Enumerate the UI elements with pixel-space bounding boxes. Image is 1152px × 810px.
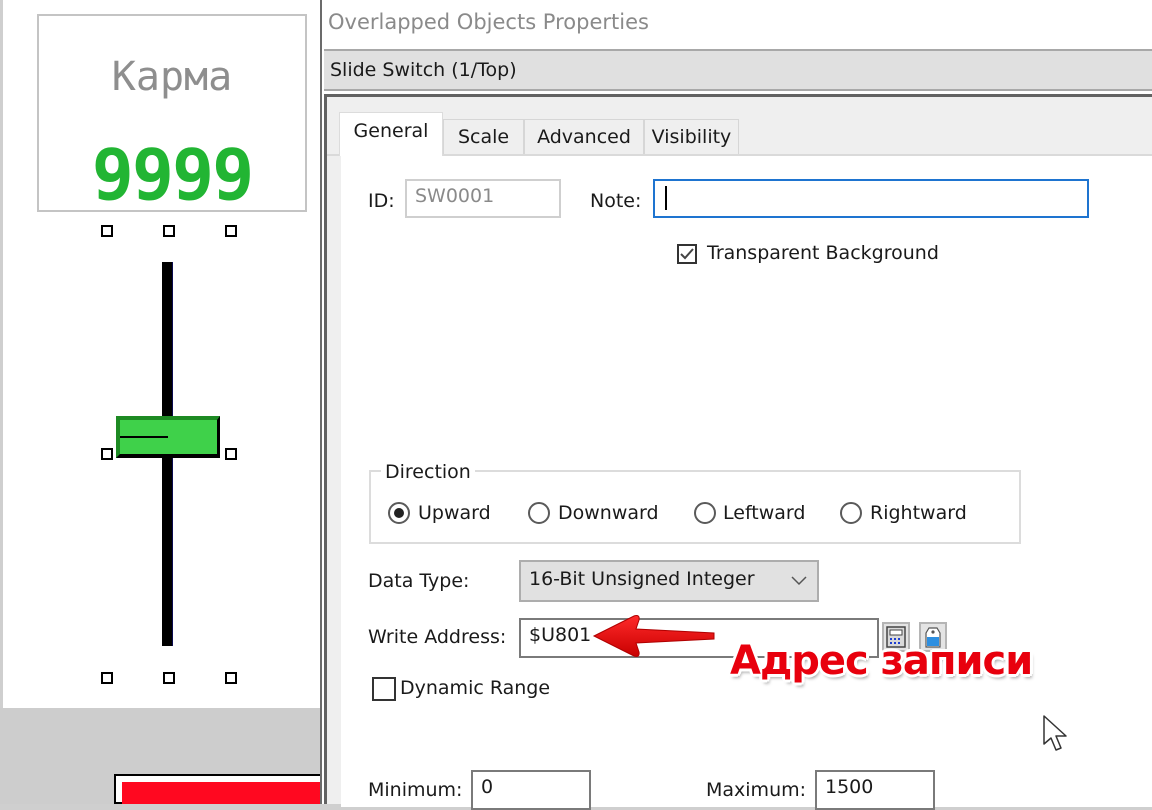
id-field: SW0001 — [405, 179, 561, 218]
data-type-select[interactable]: 16-Bit Unsigned Integer — [519, 560, 819, 602]
write-address-value: $U801 — [529, 624, 592, 646]
mouse-cursor-icon — [1043, 715, 1067, 751]
radio-rightward[interactable] — [840, 502, 862, 524]
dynamic-range-checkbox[interactable] — [372, 677, 396, 701]
properties-panel: General Scale Advanced Visibility ID: SW… — [324, 94, 1152, 810]
red-object-fill — [122, 782, 320, 804]
note-label: Note: — [590, 190, 642, 212]
tab-visibility[interactable]: Visibility — [644, 119, 739, 154]
annotation-arrow-icon — [592, 615, 715, 657]
radio-upward[interactable] — [388, 502, 410, 524]
tab-advanced[interactable]: Advanced — [524, 119, 644, 154]
minimum-input[interactable]: 0 — [471, 770, 591, 810]
radio-leftward-label[interactable]: Leftward — [723, 502, 805, 524]
karma-label: Карма — [111, 54, 233, 100]
minimum-label: Minimum: — [368, 779, 463, 801]
chevron-down-icon — [791, 576, 807, 586]
dynamic-range-label: Dynamic Range — [400, 677, 551, 699]
check-icon — [680, 248, 694, 260]
slide-switch-knob-mark — [120, 436, 168, 438]
radio-leftward[interactable] — [694, 502, 716, 524]
text-caret — [665, 186, 667, 210]
tab-scale[interactable]: Scale — [443, 119, 524, 154]
karma-display-object[interactable]: Карма 9999 — [37, 14, 307, 212]
note-input[interactable] — [653, 179, 1089, 218]
resize-handle-top-left[interactable] — [101, 225, 113, 237]
tab-general[interactable]: General — [339, 112, 443, 156]
resize-handle-bottom[interactable] — [163, 672, 175, 684]
maximum-value: 1500 — [825, 776, 874, 798]
data-type-label: Data Type: — [368, 570, 470, 592]
resize-handle-right[interactable] — [225, 448, 237, 460]
general-tab-content: ID: SW0001 Note: Transparent Background … — [341, 156, 1152, 810]
object-header: Slide Switch (1/Top) — [324, 49, 1152, 91]
radio-downward[interactable] — [528, 502, 550, 524]
write-address-label: Write Address: — [368, 626, 507, 648]
data-type-value: 16-Bit Unsigned Integer — [529, 568, 755, 590]
radio-selected-dot — [394, 508, 404, 518]
resize-handle-bottom-left[interactable] — [101, 672, 113, 684]
minimum-value: 0 — [481, 776, 494, 798]
resize-handle-top-right[interactable] — [225, 225, 237, 237]
id-label: ID: — [368, 190, 395, 212]
direction-group-title: Direction — [381, 461, 475, 483]
transparent-background-checkbox[interactable] — [677, 244, 697, 264]
resize-handle-bottom-right[interactable] — [225, 672, 237, 684]
radio-rightward-label[interactable]: Rightward — [870, 502, 967, 524]
radio-downward-label[interactable]: Downward — [558, 502, 659, 524]
object-header-label: Slide Switch (1/Top) — [330, 59, 517, 81]
dialog-title: Overlapped Objects Properties — [328, 10, 649, 34]
maximum-label: Maximum: — [706, 779, 807, 801]
resize-handle-top[interactable] — [163, 225, 175, 237]
transparent-background-label: Transparent Background — [707, 242, 939, 264]
resize-handle-left[interactable] — [101, 448, 113, 460]
karma-value: 9999 — [91, 134, 255, 216]
radio-upward-label[interactable]: Upward — [418, 502, 491, 524]
annotation-label: Адрес записи — [730, 638, 1033, 684]
maximum-input[interactable]: 1500 — [815, 770, 935, 810]
